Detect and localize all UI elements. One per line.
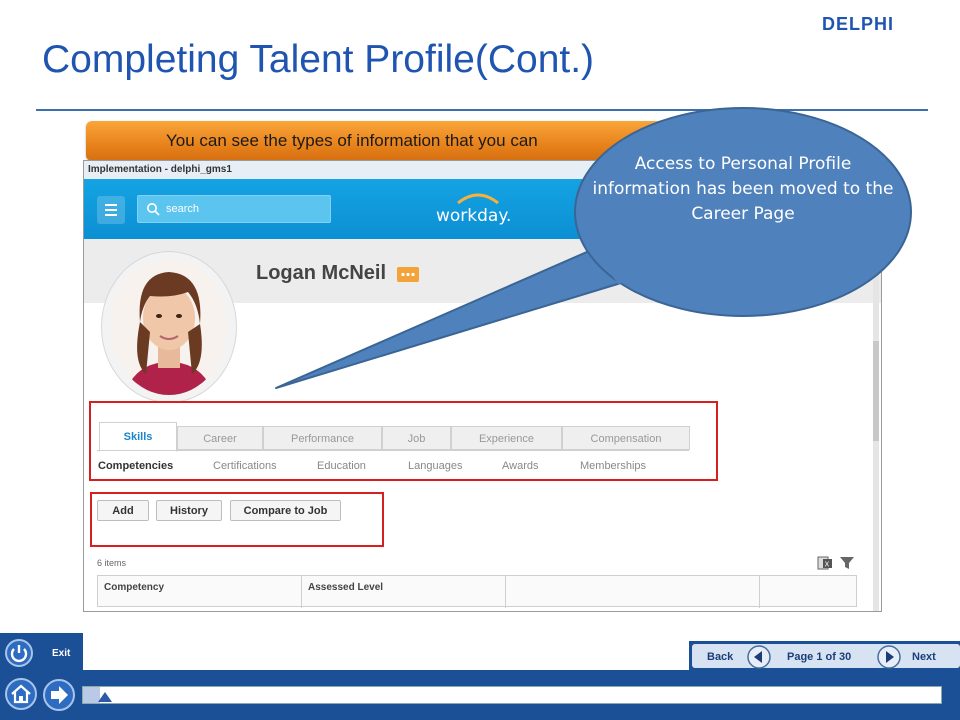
related-actions-icon[interactable] [397, 267, 419, 282]
search-input[interactable]: search [137, 195, 331, 223]
scrollbar-thumb[interactable] [873, 341, 879, 441]
back-arrow-icon[interactable] [747, 645, 771, 669]
title-divider [36, 109, 928, 111]
search-placeholder: search [166, 203, 200, 215]
column-header-empty [760, 576, 856, 608]
back-button[interactable]: Back [707, 651, 733, 663]
power-icon[interactable] [4, 638, 34, 668]
progress-marker-icon[interactable] [96, 690, 114, 704]
svg-text:X: X [825, 561, 830, 569]
forward-icon[interactable] [42, 678, 76, 712]
callout-text: Access to Personal Profile information h… [592, 154, 894, 224]
page-indicator: Page 1 of 30 [787, 651, 852, 663]
buttons-highlight-box [90, 492, 384, 547]
workday-logo: workday. [436, 193, 511, 226]
search-icon [147, 203, 160, 216]
next-button[interactable]: Next [912, 651, 936, 663]
column-header-empty [506, 576, 760, 608]
exit-button[interactable]: Exit [52, 648, 70, 659]
delphi-logo: DELPHI [822, 14, 894, 32]
table-header: Competency Assessed Level [97, 575, 857, 608]
tabs-highlight-box [89, 401, 718, 481]
export-excel-icon[interactable]: X [817, 555, 833, 571]
column-header-assessed-level[interactable]: Assessed Level [302, 576, 506, 608]
svg-text:workday.: workday. [436, 206, 511, 226]
slide-title: Completing Talent Profile(Cont.) [42, 38, 595, 81]
filter-icon[interactable] [839, 555, 855, 571]
item-count: 6 items [97, 558, 127, 568]
next-arrow-icon[interactable] [877, 645, 901, 669]
svg-text:DELPHI: DELPHI [822, 14, 894, 32]
avatar [101, 251, 237, 403]
progress-bar[interactable] [82, 686, 942, 704]
home-icon[interactable] [4, 677, 38, 711]
instruction-banner-text: You can see the types of information tha… [166, 131, 538, 150]
column-header-competency[interactable]: Competency [98, 576, 302, 608]
menu-icon[interactable] [97, 196, 125, 224]
person-name: Logan McNeil [256, 262, 387, 284]
